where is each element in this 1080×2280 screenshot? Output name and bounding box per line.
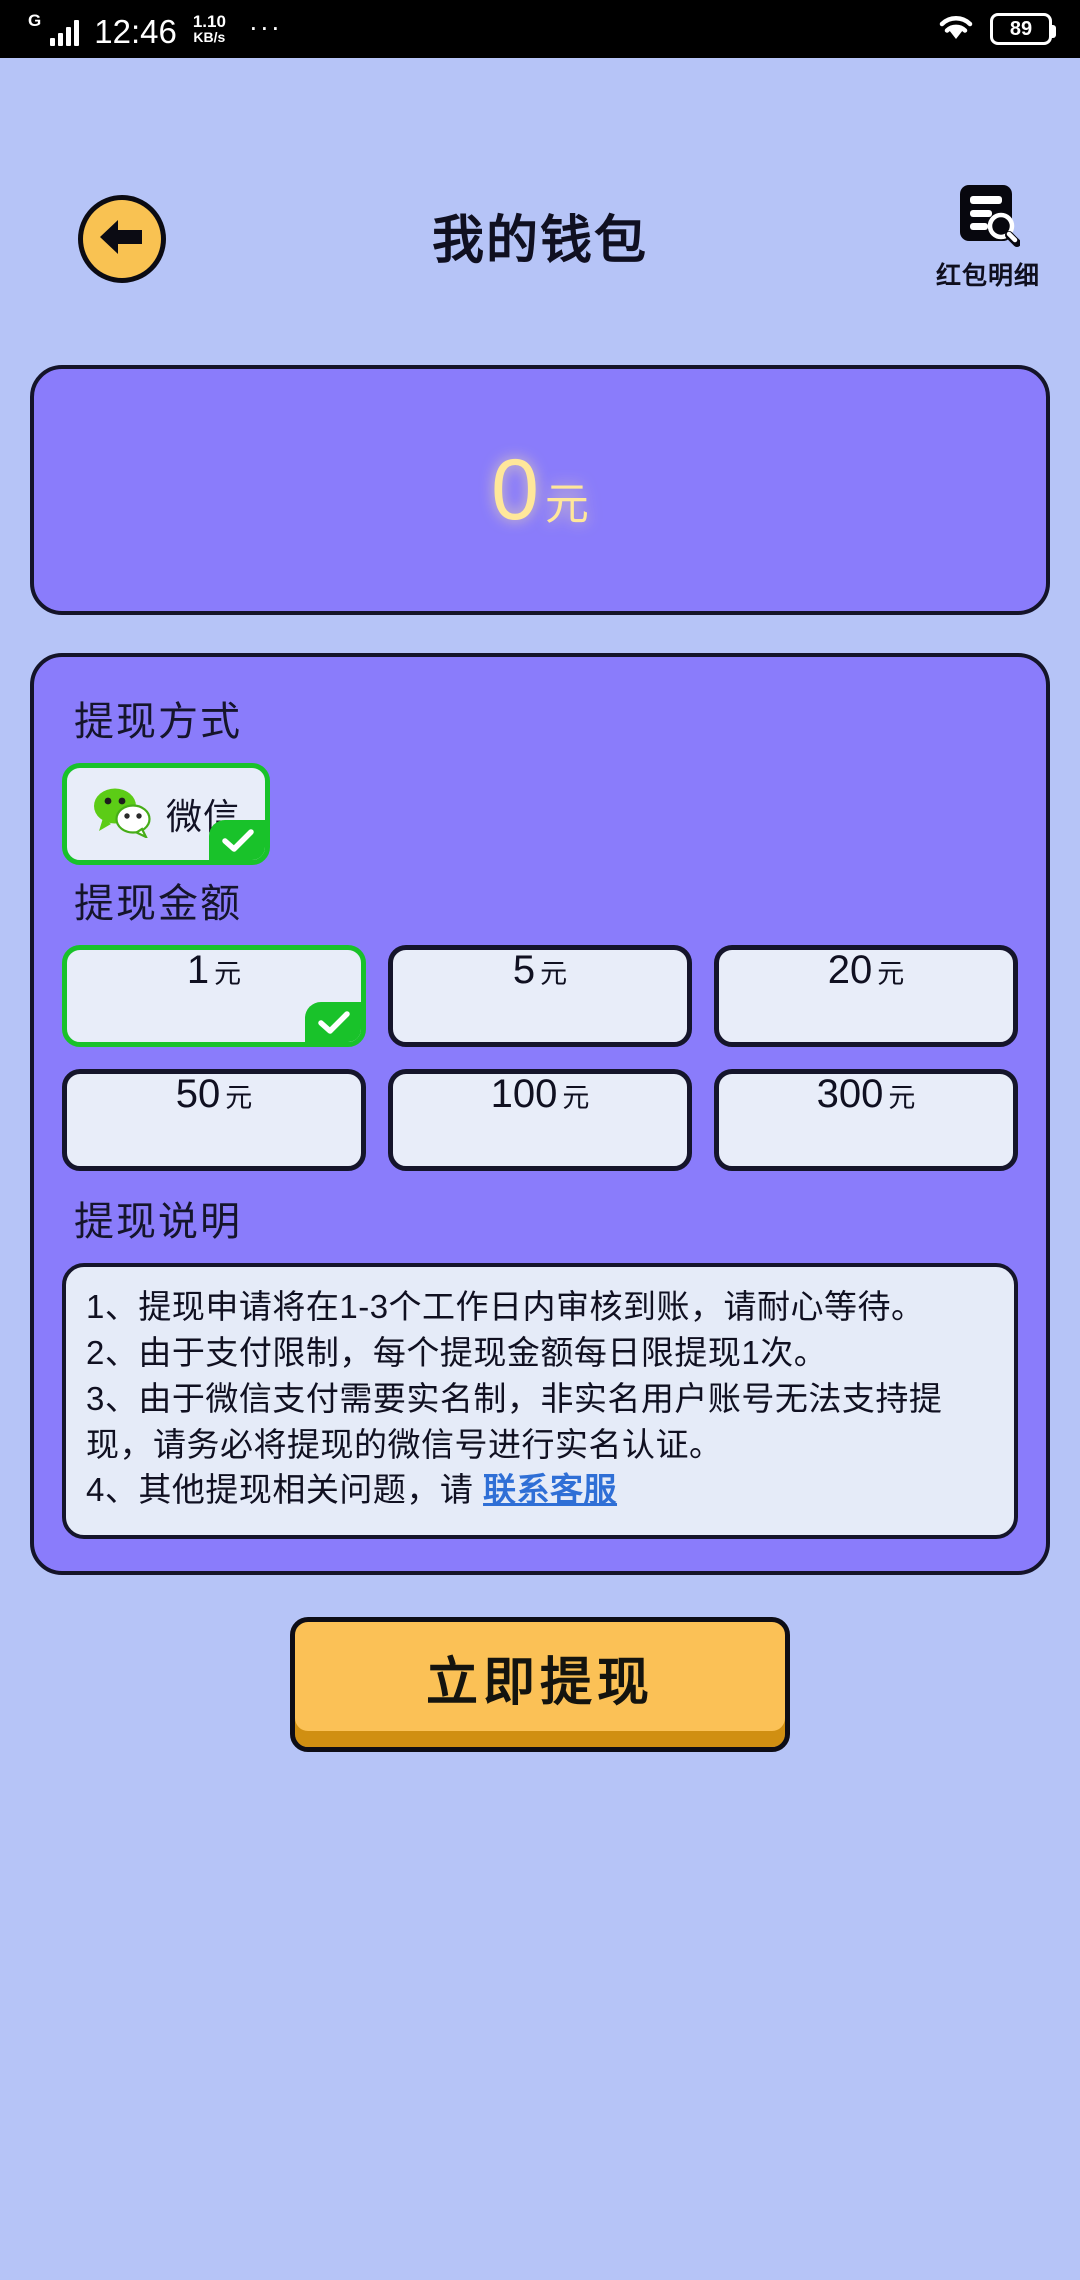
data-rate-unit: KB/s — [193, 29, 226, 46]
method-selected-check-icon — [209, 820, 265, 860]
balance-card: 0 元 — [30, 365, 1050, 615]
amount-option-unit: 元 — [214, 959, 242, 989]
withdraw-method-title: 提现方式 — [74, 700, 242, 744]
document-search-icon — [956, 183, 1021, 252]
amount-option-value: 50 — [175, 1072, 221, 1116]
amount-option-value: 5 — [512, 948, 536, 992]
status-bar-right: 89 — [936, 11, 1056, 48]
page-header: 我的钱包 红包明细 — [0, 173, 1080, 348]
method-option-wechat[interactable]: 微信 — [62, 763, 270, 865]
withdraw-amount-title: 提现金额 — [74, 882, 242, 926]
amount-option-unit: 元 — [888, 1083, 916, 1113]
contact-support-link[interactable]: 联系客服 — [483, 1471, 617, 1508]
balance-value: 0 — [491, 442, 539, 538]
red-packet-detail-entry[interactable]: 红包明细 — [936, 183, 1040, 292]
amount-option-300[interactable]: 300 元 — [714, 1069, 1018, 1171]
cta-container: 立即提现 — [0, 1617, 1080, 1753]
balance-amount: 0 元 — [491, 447, 589, 533]
amount-option-50[interactable]: 50 元 — [62, 1069, 366, 1171]
status-bar: G 12:46 1.10 KB/s ··· 89 — [0, 0, 1080, 58]
amount-option-unit: 元 — [540, 959, 568, 989]
page-title: 我的钱包 — [431, 212, 648, 270]
signal-strength-icon — [50, 18, 80, 46]
note-line-2: 2、由于支付限制，每个提现金额每日限提现1次。 — [86, 1333, 828, 1371]
wechat-icon — [92, 786, 154, 843]
amount-selected-check-icon — [305, 1002, 361, 1042]
withdraw-amount-options: 1 元 5 元 20 元 50 元 100 元 300 元 — [62, 945, 1018, 1171]
amount-option-1[interactable]: 1 元 — [62, 945, 366, 1047]
data-rate-indicator: 1.10 KB/s — [193, 13, 226, 45]
wifi-icon — [936, 11, 976, 48]
withdraw-method-options: 微信 — [62, 763, 1018, 865]
amount-option-unit: 元 — [562, 1083, 590, 1113]
withdraw-form-card: 提现方式 微信 提现金额 1 元 5 元 20 元 50 元 100 元 300… — [30, 653, 1050, 1576]
note-line-4-prefix: 4、其他提现相关问题，请 — [86, 1471, 484, 1509]
withdraw-now-button[interactable]: 立即提现 — [290, 1617, 790, 1753]
status-bar-left: G 12:46 1.10 KB/s ··· — [28, 10, 282, 50]
balance-unit: 元 — [544, 480, 589, 529]
clock-label: 12:46 — [94, 12, 177, 50]
amount-option-value: 300 — [816, 1072, 884, 1116]
note-line-1: 1、提现申请将在1-3个工作日内审核到账，请耐心等待。 — [86, 1288, 925, 1325]
note-line-4: 4、其他提现相关问题，请 联系客服 — [86, 1467, 994, 1513]
amount-option-20[interactable]: 20 元 — [714, 945, 1018, 1047]
withdraw-notes-title: 提现说明 — [74, 1200, 242, 1244]
amount-option-100[interactable]: 100 元 — [388, 1069, 692, 1171]
network-type-label: G — [28, 10, 42, 30]
withdraw-notes-box: 1、提现申请将在1-3个工作日内审核到账，请耐心等待。 2、由于支付限制，每个提… — [62, 1263, 1018, 1540]
battery-indicator: 89 — [990, 13, 1056, 45]
note-line-3: 3、由于微信支付需要实名制，非实名用户账号无法支持提现，请务必将提现的微信号进行… — [86, 1379, 943, 1463]
amount-option-value: 100 — [490, 1072, 558, 1116]
red-packet-detail-label: 红包明细 — [935, 262, 1040, 290]
amount-option-unit: 元 — [225, 1083, 253, 1113]
amount-option-unit: 元 — [877, 959, 905, 989]
amount-option-5[interactable]: 5 元 — [388, 945, 692, 1047]
battery-level-label: 89 — [1009, 17, 1033, 40]
amount-option-value: 1 — [186, 948, 210, 992]
amount-option-value: 20 — [827, 948, 873, 992]
notification-overflow-icon: ··· — [248, 11, 282, 42]
data-rate-value: 1.10 — [192, 11, 226, 31]
